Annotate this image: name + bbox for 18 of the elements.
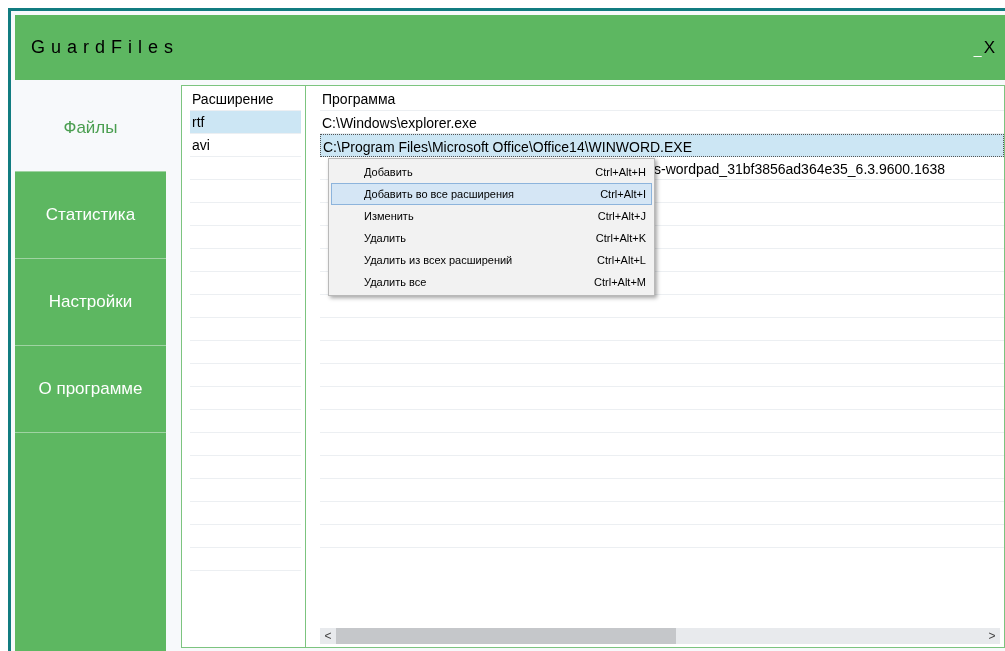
scroll-right-button[interactable]: > (984, 627, 1000, 645)
scrollbar-thumb[interactable] (336, 628, 676, 644)
menu-item[interactable]: Добавить Ctrl+Alt+H (331, 161, 652, 183)
menu-item[interactable]: Добавить во все расширения Ctrl+Alt+I (331, 183, 652, 205)
close-button[interactable]: X (983, 39, 995, 56)
scroll-left-button[interactable]: < (320, 627, 336, 645)
program-row[interactable]: s-wordpad_31bf3856ad364e35_6.3.9600.1638 (652, 161, 948, 177)
menu-item[interactable]: Удалить Ctrl+Alt+K (331, 227, 652, 249)
window-title: GuardFiles (31, 36, 180, 59)
menu-item[interactable]: Изменить Ctrl+Alt+J (331, 205, 652, 227)
column-header: Программа (320, 88, 1004, 111)
extension-row[interactable]: avi (190, 134, 301, 157)
horizontal-scrollbar[interactable]: < > (320, 628, 1000, 644)
program-row[interactable]: C:\Program Files\Microsoft Office\Office14\WINWORD.EXE (321, 139, 694, 155)
program-row[interactable]: C:\Windows\explorer.exe (320, 115, 479, 131)
menu-item[interactable]: Удалить из всех расширений Ctrl+Alt+L (331, 249, 652, 271)
menu-item[interactable]: Удалить все Ctrl+Alt+M (331, 271, 652, 293)
extension-row[interactable]: rtf (190, 111, 301, 134)
